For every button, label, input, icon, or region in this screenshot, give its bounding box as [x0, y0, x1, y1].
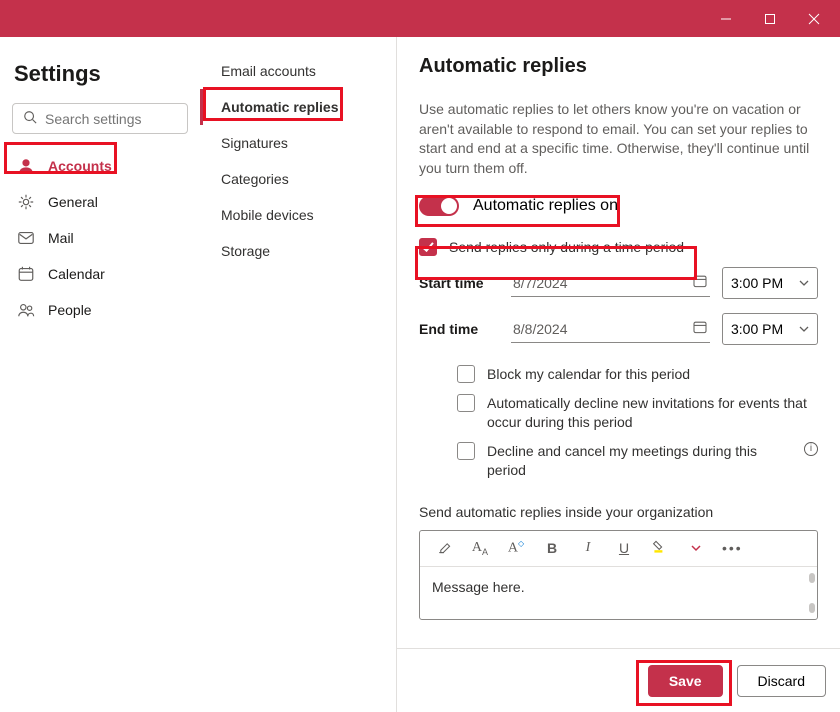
timeperiod-label: Send replies only during a time period — [449, 238, 684, 257]
sidebar-item-label: General — [48, 194, 98, 210]
start-time-select[interactable]: 3:00 PM — [722, 267, 818, 299]
message-editor: AA A◇ B I U ••• Message here. — [419, 530, 818, 620]
start-date-input[interactable]: 8/7/2024 — [511, 269, 710, 297]
search-icon — [23, 110, 37, 127]
search-input[interactable] — [12, 103, 188, 134]
sidebar-item-accounts[interactable]: Accounts — [10, 148, 190, 184]
calendar-options: Block my calendar for this period Automa… — [457, 365, 818, 479]
block-calendar-label: Block my calendar for this period — [487, 365, 690, 384]
settings-sidebar: Settings Accounts General Mail Calendar … — [0, 37, 200, 712]
editor-body[interactable]: Message here. — [420, 567, 817, 619]
autoreply-toggle-row: Automatic replies on — [419, 196, 818, 216]
editor-content: Message here. — [432, 579, 525, 595]
settings-title: Settings — [10, 53, 190, 103]
calendar-icon — [692, 319, 708, 338]
italic-button[interactable]: I — [578, 540, 598, 556]
chevron-down-icon — [799, 275, 809, 291]
discard-button[interactable]: Discard — [737, 665, 826, 697]
people-icon — [16, 300, 36, 320]
window-minimize[interactable] — [704, 3, 748, 35]
block-calendar-row: Block my calendar for this period — [457, 365, 818, 384]
autoreply-toggle[interactable] — [419, 196, 459, 216]
decline-invites-label: Automatically decline new invitations fo… — [487, 394, 818, 432]
subnav-item-mobile-devices[interactable]: Mobile devices — [200, 197, 396, 233]
end-time-value: 3:00 PM — [731, 321, 783, 337]
eraser-icon[interactable] — [434, 539, 454, 558]
inside-org-label: Send automatic replies inside your organ… — [419, 504, 818, 520]
window-maximize[interactable] — [748, 3, 792, 35]
window-close[interactable] — [792, 3, 836, 35]
subnav-item-storage[interactable]: Storage — [200, 233, 396, 269]
panel-title: Automatic replies — [419, 55, 818, 78]
info-icon[interactable]: i — [804, 442, 818, 456]
editor-toolbar: AA A◇ B I U ••• — [420, 531, 817, 567]
subnav-item-automatic-replies[interactable]: Automatic replies — [200, 89, 396, 125]
start-time-label: Start time — [419, 275, 499, 291]
start-date-value: 8/7/2024 — [513, 275, 568, 291]
start-time-value: 3:00 PM — [731, 275, 783, 291]
end-date-input[interactable]: 8/8/2024 — [511, 315, 710, 343]
panel-description: Use automatic replies to let others know… — [419, 100, 818, 178]
sidebar-item-label: Calendar — [48, 266, 105, 282]
font-size-icon[interactable]: A◇ — [506, 539, 526, 557]
sidebar-item-mail[interactable]: Mail — [10, 220, 190, 256]
gear-icon — [16, 192, 36, 212]
autoreply-toggle-label: Automatic replies on — [473, 197, 618, 215]
chevron-down-icon — [799, 321, 809, 337]
start-time-row: Start time 8/7/2024 3:00 PM — [419, 267, 818, 299]
panel-footer: Save Discard — [397, 648, 840, 712]
timeperiod-checkbox[interactable] — [419, 238, 437, 256]
decline-invites-row: Automatically decline new invitations fo… — [457, 394, 818, 432]
sidebar-item-label: People — [48, 302, 92, 318]
calendar-icon — [692, 273, 708, 292]
sidebar-item-general[interactable]: General — [10, 184, 190, 220]
person-icon — [16, 156, 36, 176]
automatic-replies-panel: Automatic replies Use automatic replies … — [397, 37, 840, 648]
calendar-icon — [16, 264, 36, 284]
save-button[interactable]: Save — [648, 665, 723, 697]
cancel-meetings-checkbox[interactable] — [457, 442, 475, 460]
decline-invites-checkbox[interactable] — [457, 394, 475, 412]
timeperiod-checkbox-row: Send replies only during a time period — [419, 238, 818, 257]
highlight-button[interactable] — [650, 539, 670, 558]
sidebar-item-label: Mail — [48, 230, 74, 246]
settings-subnav: Email accounts Automatic replies Signatu… — [200, 37, 397, 712]
chevron-down-icon[interactable] — [686, 540, 706, 556]
more-button[interactable]: ••• — [722, 540, 742, 556]
search-field[interactable] — [45, 111, 226, 127]
scrollbar[interactable] — [809, 573, 815, 613]
mail-icon — [16, 228, 36, 248]
subnav-item-email-accounts[interactable]: Email accounts — [200, 53, 396, 89]
font-icon[interactable]: AA — [470, 540, 490, 557]
end-date-value: 8/8/2024 — [513, 321, 568, 337]
subnav-item-signatures[interactable]: Signatures — [200, 125, 396, 161]
end-time-select[interactable]: 3:00 PM — [722, 313, 818, 345]
sidebar-item-label: Accounts — [48, 158, 112, 174]
subnav-item-categories[interactable]: Categories — [200, 161, 396, 197]
cancel-meetings-row: Decline and cancel my meetings during th… — [457, 442, 818, 480]
sidebar-item-people[interactable]: People — [10, 292, 190, 328]
block-calendar-checkbox[interactable] — [457, 365, 475, 383]
sidebar-item-calendar[interactable]: Calendar — [10, 256, 190, 292]
end-time-label: End time — [419, 321, 499, 337]
end-time-row: End time 8/8/2024 3:00 PM — [419, 313, 818, 345]
cancel-meetings-label: Decline and cancel my meetings during th… — [487, 442, 784, 480]
titlebar — [0, 0, 840, 37]
bold-button[interactable]: B — [542, 540, 562, 556]
underline-button[interactable]: U — [614, 540, 634, 556]
